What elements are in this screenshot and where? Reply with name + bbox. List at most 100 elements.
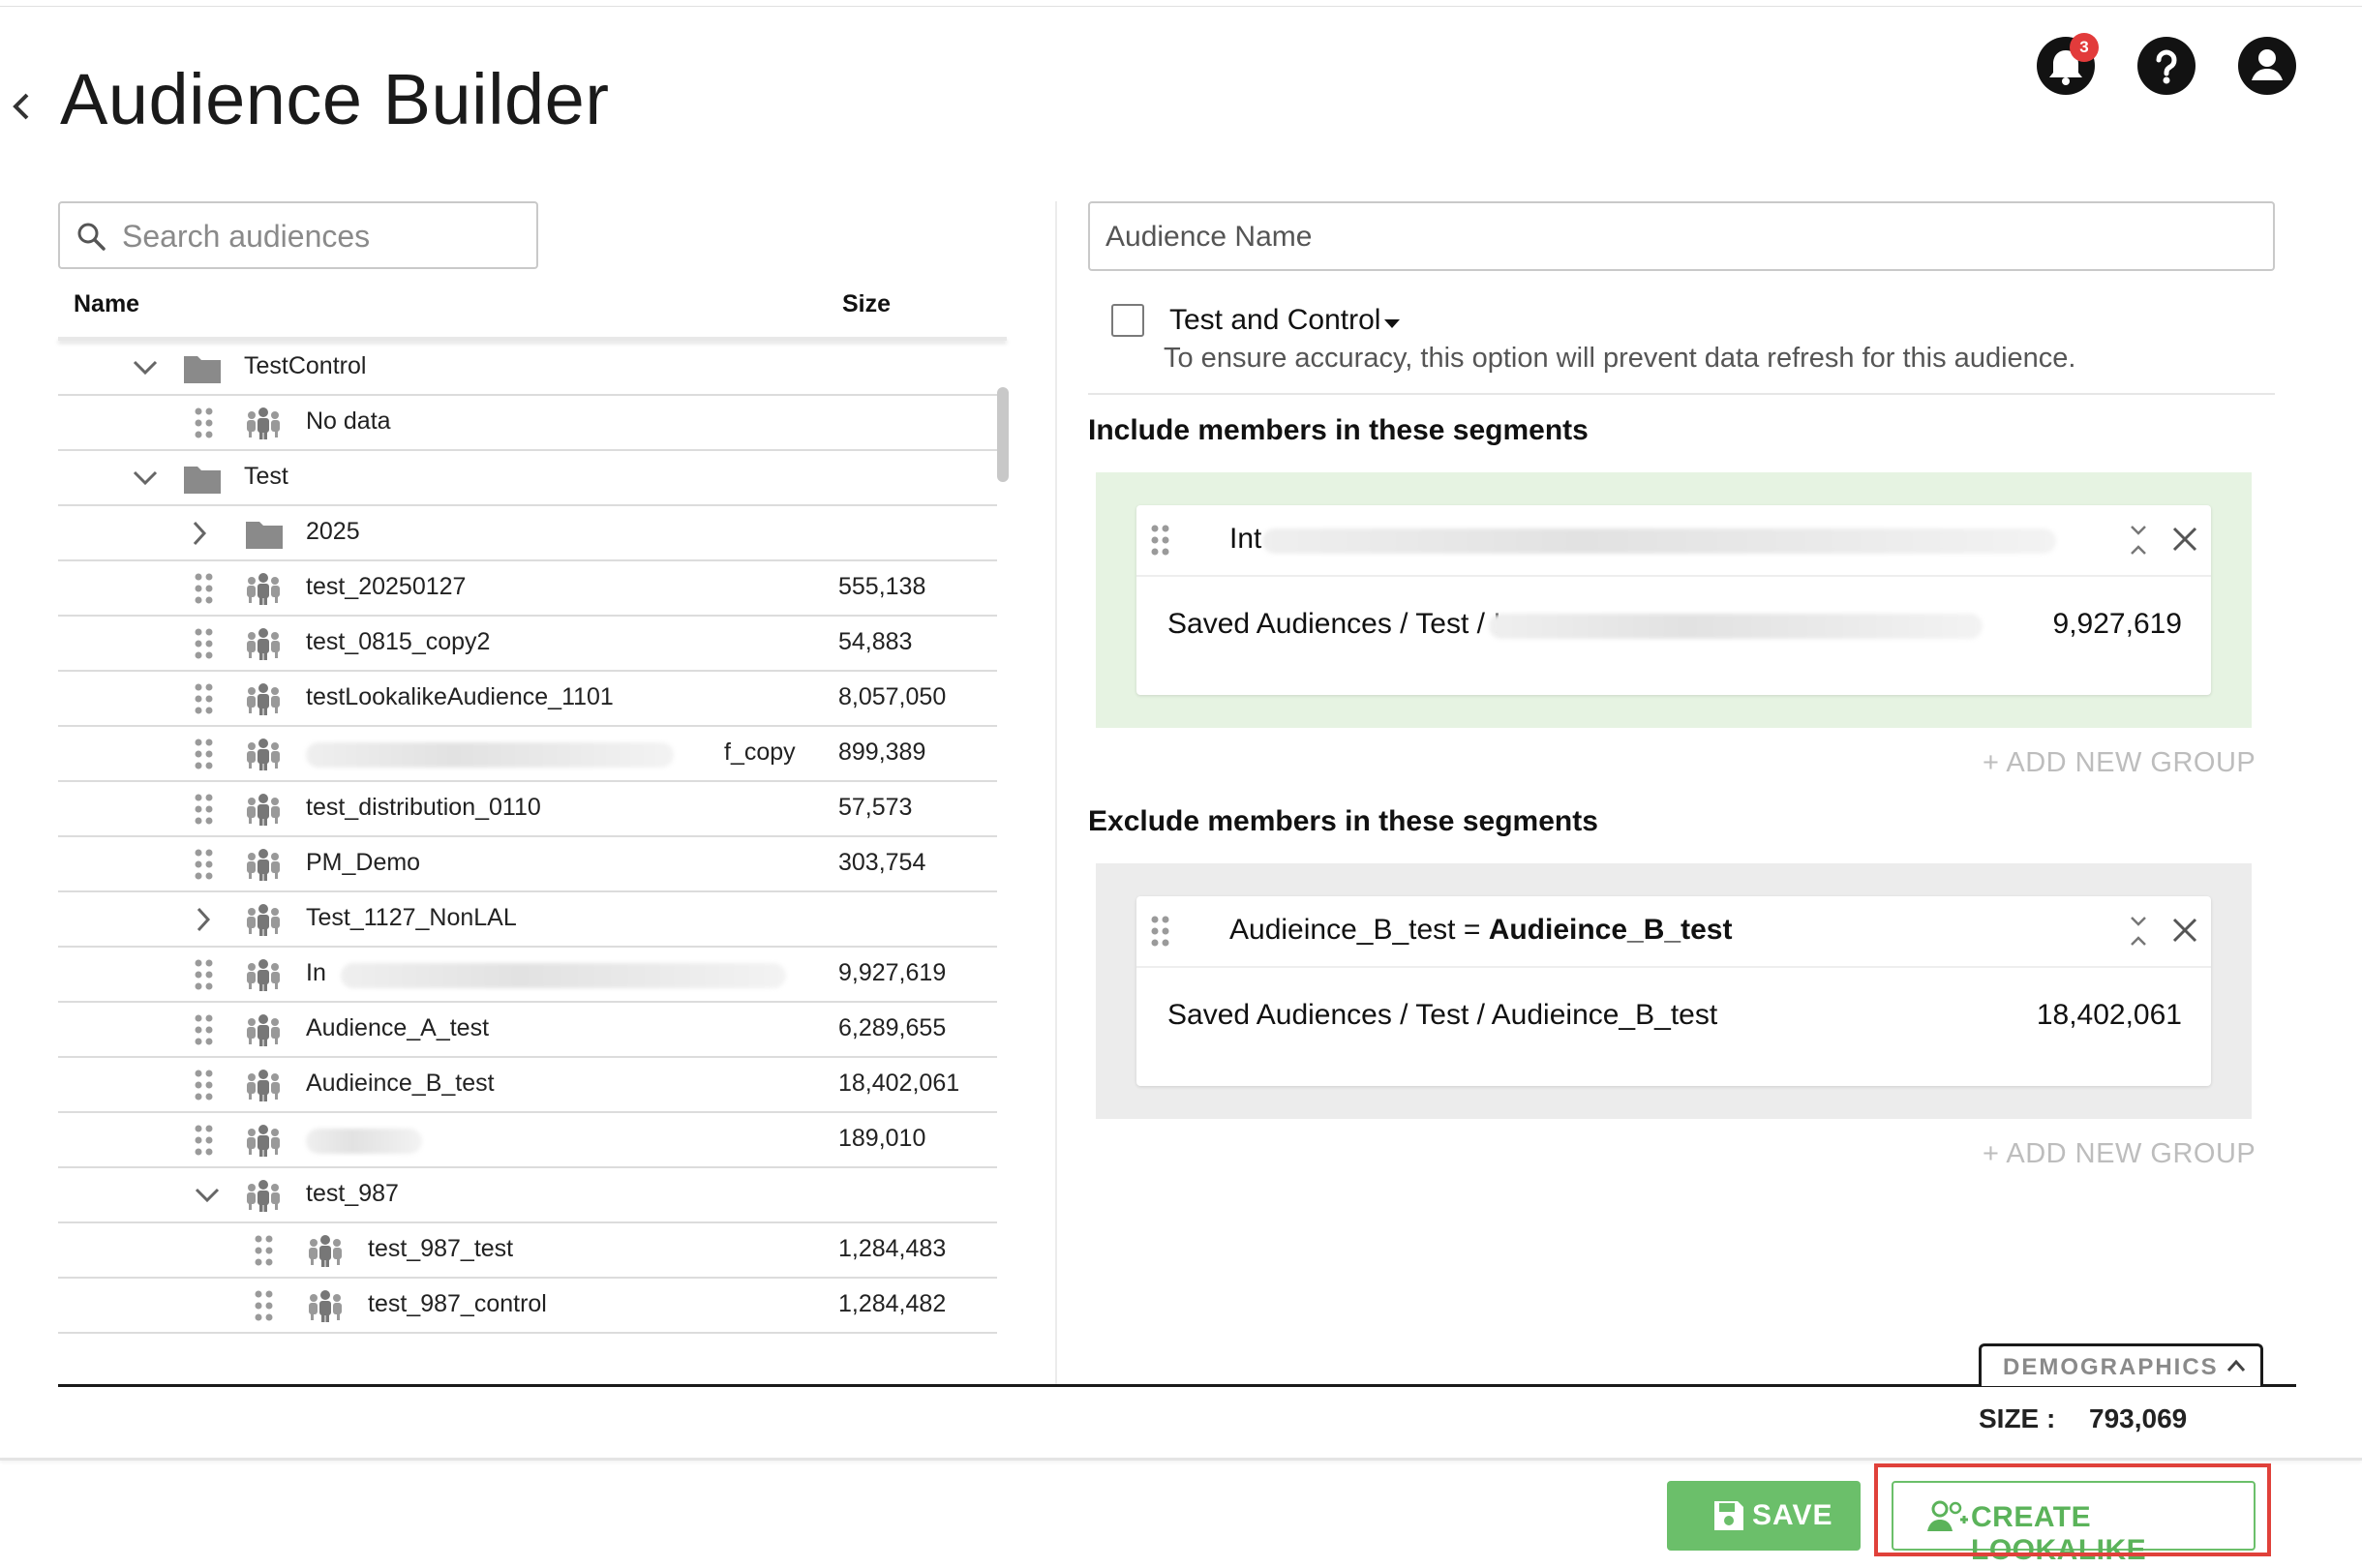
row-size: 8,057,050 — [838, 683, 947, 710]
help-icon[interactable] — [2137, 37, 2195, 95]
table-row[interactable]: In 9,927,619 — [58, 948, 997, 1003]
collapse-icon[interactable] — [2128, 914, 2149, 949]
exclude-heading: Exclude members in these segments — [1088, 805, 1598, 837]
row-size: 9,927,619 — [838, 959, 947, 986]
chevron-down-icon[interactable] — [194, 1186, 221, 1210]
chevron-up-icon — [2226, 1359, 2246, 1372]
chevron-down-icon[interactable] — [132, 358, 159, 382]
table-row[interactable]: f_copy 899,389 — [58, 727, 997, 782]
drag-handle-icon[interactable] — [194, 1123, 215, 1162]
audience-people-icon — [244, 1176, 283, 1220]
row-name: 2025 — [306, 518, 360, 545]
panel-divider — [1055, 201, 1057, 1384]
include-segment-card: Int Saved Audiences / Test / I 9,927,619 — [1136, 505, 2211, 695]
table-row[interactable]: Test_1127_NonLAL — [58, 892, 997, 948]
exclude-segment-card: Audieince_B_test = Audieince_B_test Save… — [1136, 896, 2211, 1086]
save-label: SAVE — [1752, 1499, 1833, 1531]
drag-handle-icon[interactable] — [194, 571, 215, 611]
drag-handle-icon[interactable] — [254, 1288, 275, 1328]
include-card-size: 9,927,619 — [2052, 608, 2182, 640]
audience-name-input[interactable] — [1104, 217, 2250, 257]
table-row[interactable]: Audieince_B_test 18,402,061 — [58, 1058, 997, 1113]
row-name: PM_Demo — [306, 849, 421, 876]
content-bottom-border — [58, 1384, 2296, 1387]
row-name: test_987 — [306, 1180, 399, 1207]
folder-row[interactable]: TestControl — [58, 341, 997, 396]
drag-handle-icon[interactable] — [194, 1012, 215, 1052]
chevron-right-icon[interactable] — [190, 520, 209, 552]
drag-handle-icon[interactable] — [1150, 914, 1171, 949]
drag-handle-icon[interactable] — [194, 681, 215, 721]
row-name: No data — [306, 407, 391, 435]
table-row[interactable]: test_987 — [58, 1168, 997, 1223]
folder-row[interactable]: Test — [58, 451, 997, 506]
tree-scrollbar[interactable] — [997, 387, 1009, 482]
table-row[interactable]: 189,010 — [58, 1113, 997, 1168]
add-exclude-group-link[interactable]: + ADD NEW GROUP — [1983, 1138, 2256, 1170]
drag-handle-icon[interactable] — [194, 1068, 215, 1107]
user-avatar-icon[interactable] — [2238, 37, 2296, 95]
caret-down-icon[interactable] — [1382, 317, 1402, 330]
test-control-text: Test and Control — [1169, 304, 1381, 336]
row-size: 899,389 — [838, 739, 926, 766]
chevron-down-icon[interactable] — [132, 468, 159, 493]
drag-handle-icon[interactable] — [1150, 523, 1171, 558]
table-row[interactable]: test_987_test 1,284,483 — [58, 1223, 997, 1279]
collapse-icon[interactable] — [2128, 523, 2149, 558]
add-include-group-link[interactable]: + ADD NEW GROUP — [1983, 747, 2256, 779]
size-column-header[interactable]: Size — [842, 290, 891, 318]
drag-handle-icon[interactable] — [194, 792, 215, 831]
search-box[interactable] — [58, 201, 538, 269]
size-value: 793,069 — [2089, 1403, 2188, 1433]
save-button[interactable]: SAVE — [1667, 1481, 1861, 1551]
annotation-highlight-box — [1874, 1463, 2271, 1556]
table-row[interactable]: test_distribution_0110 57,573 — [58, 782, 997, 837]
row-name: Audience_A_test — [306, 1014, 490, 1041]
test-control-checkbox[interactable] — [1111, 304, 1144, 337]
table-row[interactable]: No data — [58, 396, 997, 451]
table-row[interactable]: testLookalikeAudience_1101 8,057,050 — [58, 672, 997, 727]
chevron-right-icon[interactable] — [194, 906, 213, 938]
row-size: 54,883 — [838, 628, 913, 655]
drag-handle-icon[interactable] — [194, 737, 215, 776]
drag-handle-icon[interactable] — [194, 847, 215, 887]
row-size: 189,010 — [838, 1125, 926, 1152]
exclude-card-path: Saved Audiences / Test / Audieince_B_tes… — [1167, 999, 1718, 1031]
test-control-note: To ensure accuracy, this option will pre… — [1164, 343, 2076, 374]
drag-handle-icon[interactable] — [194, 957, 215, 997]
row-name: TestControl — [244, 352, 367, 379]
audience-people-icon — [244, 735, 283, 778]
audience-people-icon — [244, 404, 283, 447]
exclude-card-title: Audieince_B_test = Audieince_B_test — [1229, 914, 1732, 947]
name-column-header[interactable]: Name — [74, 290, 139, 318]
row-name: f_copy — [724, 739, 796, 766]
audience-people-icon — [244, 1010, 283, 1054]
row-size: 303,754 — [838, 849, 926, 876]
row-name: Test — [244, 463, 288, 490]
drag-handle-icon[interactable] — [194, 626, 215, 666]
folder-icon — [182, 463, 223, 500]
search-input[interactable] — [120, 213, 521, 259]
table-row[interactable]: test_987_control 1,284,482 — [58, 1279, 997, 1334]
section-divider — [1088, 393, 2275, 395]
table-row[interactable]: test_20250127 555,138 — [58, 561, 997, 617]
audience-people-icon — [244, 955, 283, 999]
include-card-path: Saved Audiences / Test / I — [1167, 608, 1501, 640]
exclude-group: Audieince_B_test = Audieince_B_test Save… — [1096, 863, 2252, 1119]
row-name: test_987_test — [368, 1235, 514, 1262]
drag-handle-icon[interactable] — [254, 1233, 275, 1273]
table-row[interactable]: Audience_A_test 6,289,655 — [58, 1003, 997, 1058]
drag-handle-icon[interactable] — [194, 406, 215, 445]
test-control-label[interactable]: Test and Control — [1169, 304, 1402, 337]
row-name: test_20250127 — [306, 573, 467, 600]
folder-row[interactable]: 2025 — [58, 506, 997, 561]
table-row[interactable]: PM_Demo 303,754 — [58, 837, 997, 892]
audience-name-box[interactable] — [1088, 201, 2275, 271]
remove-close-icon[interactable] — [2170, 916, 2199, 945]
demographics-tab[interactable]: DEMOGRAPHICS — [1979, 1343, 2263, 1386]
row-size: 1,284,482 — [838, 1290, 947, 1317]
table-row[interactable]: test_0815_copy2 54,883 — [58, 617, 997, 672]
remove-close-icon[interactable] — [2170, 525, 2199, 554]
back-chevron-icon[interactable] — [8, 87, 37, 126]
redacted-text — [306, 1129, 422, 1154]
